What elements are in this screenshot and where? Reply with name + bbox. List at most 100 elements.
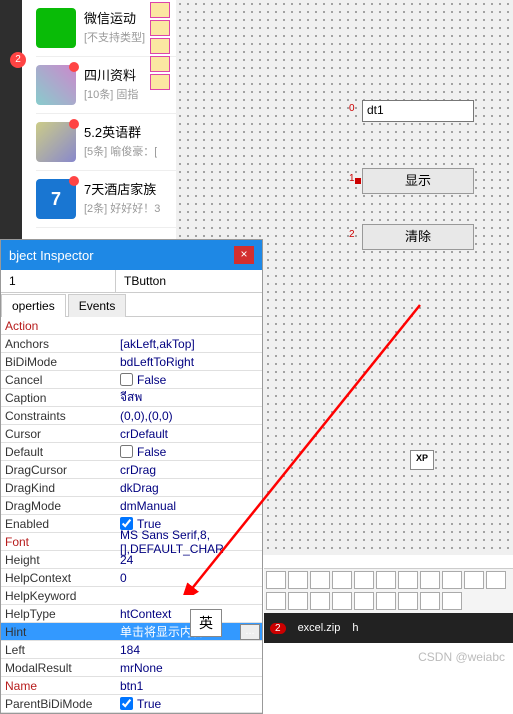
property-value[interactable]: [akLeft,akTop] xyxy=(116,337,262,351)
align-icon[interactable] xyxy=(398,571,418,589)
property-row[interactable]: BiDiModebdLeftToRight xyxy=(1,353,262,371)
property-row[interactable]: DragKinddkDrag xyxy=(1,479,262,497)
inspector-title: bject Inspector xyxy=(9,248,94,263)
property-value[interactable]: crDefault xyxy=(116,427,262,441)
download-bar[interactable]: 2 excel.zip h xyxy=(264,613,513,643)
align-icon[interactable] xyxy=(376,571,396,589)
ime-indicator[interactable]: 英 xyxy=(190,609,222,637)
property-value[interactable]: htContext xyxy=(116,607,262,621)
property-value[interactable]: 0 xyxy=(116,571,262,585)
palette-icon[interactable] xyxy=(150,20,170,36)
align-icon[interactable] xyxy=(376,592,396,610)
download-file[interactable]: excel.zip xyxy=(298,622,341,634)
palette-icon[interactable] xyxy=(150,56,170,72)
property-value[interactable]: False xyxy=(116,373,262,387)
property-checkbox[interactable] xyxy=(120,445,133,458)
align-icon[interactable] xyxy=(442,592,462,610)
align-icon[interactable] xyxy=(310,571,330,589)
tab-events[interactable]: Events xyxy=(68,294,127,317)
edit-control[interactable]: 0 dt1 xyxy=(362,100,474,122)
property-row[interactable]: Left184 xyxy=(1,641,262,659)
property-checkbox[interactable] xyxy=(120,373,133,386)
property-row[interactable]: Constraints(0,0),(0,0) xyxy=(1,407,262,425)
component-selector[interactable]: 1 TButton xyxy=(1,270,262,293)
align-icon[interactable] xyxy=(464,571,484,589)
align-icon[interactable] xyxy=(442,571,462,589)
palette-icon[interactable] xyxy=(150,74,170,90)
palette-icon[interactable] xyxy=(150,38,170,54)
avatar xyxy=(36,65,76,105)
align-icon[interactable] xyxy=(310,592,330,610)
property-value[interactable]: crDrag xyxy=(116,463,262,477)
button-control-show[interactable]: 1 显示 xyxy=(362,168,474,194)
align-icon[interactable] xyxy=(266,571,286,589)
property-row[interactable]: Namebtn1 xyxy=(1,677,262,695)
chat-item[interactable]: 7 7天酒店家族 [2条] 好好好！3 xyxy=(36,171,176,228)
property-row[interactable]: ParentBiDiModeTrue xyxy=(1,695,262,713)
component-palette[interactable] xyxy=(148,0,176,92)
property-checkbox[interactable] xyxy=(120,697,133,710)
property-value[interactable]: False xyxy=(116,445,262,459)
property-name: DragMode xyxy=(1,499,116,513)
property-value[interactable]: 单击将显示内容... xyxy=(116,623,262,640)
property-value[interactable]: btn1 xyxy=(116,679,262,693)
tab-properties[interactable]: operties xyxy=(1,294,66,317)
inspector-titlebar[interactable]: bject Inspector × xyxy=(1,240,262,270)
property-value[interactable]: 184 xyxy=(116,643,262,657)
align-icon[interactable] xyxy=(288,571,308,589)
align-icon[interactable] xyxy=(486,571,506,589)
component-name: 1 xyxy=(1,270,116,292)
property-row[interactable]: CancelFalse xyxy=(1,371,262,389)
property-row[interactable]: Height24 xyxy=(1,551,262,569)
download-count: 2 xyxy=(270,623,286,634)
align-icon[interactable] xyxy=(288,592,308,610)
align-icon[interactable] xyxy=(420,592,440,610)
property-value[interactable]: True xyxy=(116,697,262,711)
close-icon[interactable]: × xyxy=(234,246,254,264)
button-control-clear[interactable]: 2 清除 xyxy=(362,224,474,250)
align-icon[interactable] xyxy=(332,592,352,610)
property-row[interactable]: DefaultFalse xyxy=(1,443,262,461)
property-row[interactable]: Captionจีสพ xyxy=(1,389,262,407)
property-row[interactable]: FontMS Sans Serif,8,[],DEFAULT_CHAR xyxy=(1,533,262,551)
inspector-tabs: operties Events xyxy=(1,293,262,317)
property-row[interactable]: Anchors[akLeft,akTop] xyxy=(1,335,262,353)
chat-title: 5.2英语群 xyxy=(84,122,157,141)
align-icon[interactable] xyxy=(354,592,374,610)
property-row[interactable]: Hint单击将显示内容... xyxy=(1,623,262,641)
property-row[interactable]: ModalResultmrNone xyxy=(1,659,262,677)
chat-item[interactable]: 5.2英语群 [5条] 喻俊豪：[ xyxy=(36,114,176,171)
watermark: CSDN @weiabc xyxy=(418,650,505,664)
notification-badge[interactable]: 2 xyxy=(10,52,26,68)
property-name: DragKind xyxy=(1,481,116,495)
property-row[interactable]: HelpTypehtContext xyxy=(1,605,262,623)
xp-manifest-icon[interactable]: XP xyxy=(410,450,434,470)
align-icon[interactable] xyxy=(420,571,440,589)
property-value[interactable]: MS Sans Serif,8,[],DEFAULT_CHAR xyxy=(116,528,262,556)
property-row[interactable]: HelpKeyword xyxy=(1,587,262,605)
control-index: 1 xyxy=(349,167,355,191)
property-value[interactable]: 24 xyxy=(116,553,262,567)
property-value[interactable]: dkDrag xyxy=(116,481,262,495)
property-value[interactable]: จีสพ xyxy=(116,388,262,407)
align-icon[interactable] xyxy=(266,592,286,610)
property-value[interactable]: bdLeftToRight xyxy=(116,355,262,369)
property-row[interactable]: HelpContext0 xyxy=(1,569,262,587)
property-row[interactable]: CursorcrDefault xyxy=(1,425,262,443)
property-row[interactable]: DragModedmManual xyxy=(1,497,262,515)
property-name: HelpContext xyxy=(1,571,116,585)
ellipsis-button[interactable]: ... xyxy=(240,624,260,640)
property-row[interactable]: Action xyxy=(1,317,262,335)
selection-handle[interactable] xyxy=(355,178,361,184)
palette-icon[interactable] xyxy=(150,2,170,18)
align-icon[interactable] xyxy=(354,571,374,589)
property-name: Constraints xyxy=(1,409,116,423)
align-icon[interactable] xyxy=(332,571,352,589)
property-name: Name xyxy=(1,679,116,693)
chat-sub: [10条] 固指 xyxy=(84,86,138,102)
property-row[interactable]: DragCursorcrDrag xyxy=(1,461,262,479)
property-value[interactable]: (0,0),(0,0) xyxy=(116,409,262,423)
align-icon[interactable] xyxy=(398,592,418,610)
property-grid[interactable]: ActionAnchors[akLeft,akTop]BiDiModebdLef… xyxy=(1,317,262,713)
property-value[interactable]: dmManual xyxy=(116,499,262,513)
